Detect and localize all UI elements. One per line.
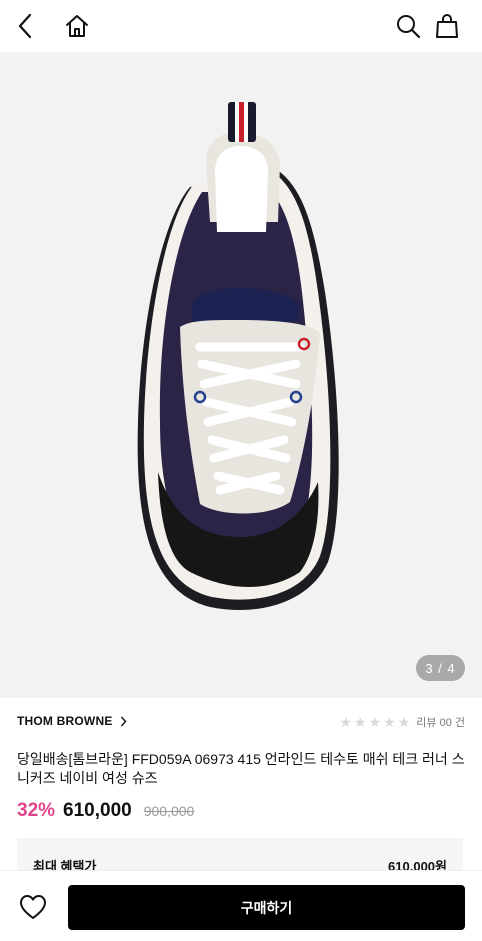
discount-rate: 32% [17,800,56,821]
original-price: 900,000 [143,803,195,819]
product-title: 당일배송[톰브라운] FFD059A 06973 415 언라인드 테수토 매쉬… [17,751,465,786]
bottom-action-bar: 구매하기 [0,870,482,941]
brand-name: THOM BROWNE [17,714,113,728]
gallery-page-indicator: 3 / 4 [416,655,465,681]
buy-button[interactable]: 구매하기 [68,885,465,930]
star-rating: ★ ★ ★ ★ ★ [339,715,410,729]
price-row: 32% 610,000 900,000 [17,800,194,822]
star-icon: ★ [397,714,411,730]
top-navigation-bar [0,0,482,52]
heart-icon[interactable] [17,891,49,923]
star-icon: ★ [368,714,382,730]
review-count: 리뷰 00 건 [416,717,465,729]
search-icon[interactable] [392,10,424,42]
home-icon[interactable] [61,10,93,42]
chevron-left-icon[interactable] [10,10,42,42]
star-icon: ★ [383,714,396,730]
brand-row: THOM BROWNE ★ ★ ★ ★ ★ 리뷰 00 건 [17,714,465,734]
product-image-gallery[interactable]: 3 / 4 [0,52,482,698]
rating-summary[interactable]: ★ ★ ★ ★ ★ 리뷰 00 건 [339,714,465,730]
sale-price: 610,000 [63,800,132,821]
product-image [137,102,339,610]
shopping-bag-icon[interactable] [431,10,463,42]
chevron-right-icon [120,716,126,726]
star-icon: ★ [354,714,367,730]
star-icon: ★ [339,714,353,730]
